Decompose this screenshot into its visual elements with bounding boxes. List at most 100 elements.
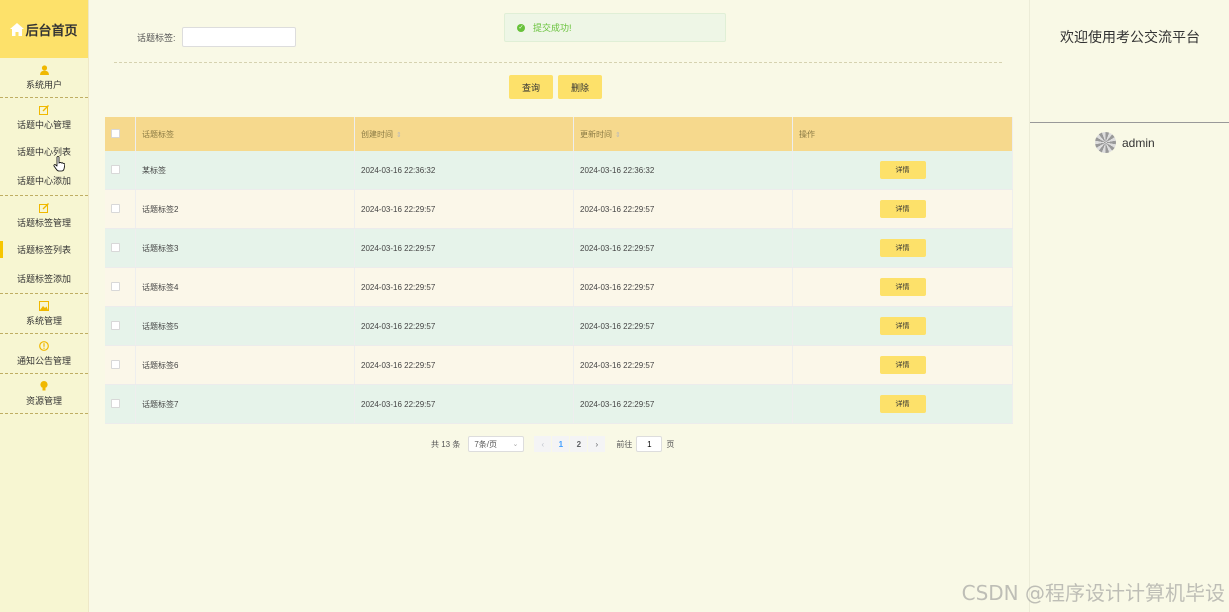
menu-group-notice: 通知公告管理 — [0, 334, 88, 374]
page-number-2[interactable]: 2 — [570, 436, 588, 452]
cell-created: 2024-03-16 22:29:57 — [354, 267, 574, 307]
menu-label: 系统管理 — [25, 316, 62, 326]
pagination: 共 13 条 7条/页 ⌄ ‹ 1 2 › 前往 页 — [431, 436, 674, 452]
row-select-cell — [105, 345, 136, 385]
sort-icon[interactable]: ⇕ — [615, 132, 621, 139]
menu-item-system-management[interactable]: 系统管理 — [0, 294, 88, 333]
cell-tag: 话题标签7 — [135, 384, 355, 424]
prev-page-button[interactable]: ‹ — [534, 436, 552, 452]
cell-action: 详情 — [792, 228, 1013, 268]
row-select-cell — [105, 306, 136, 346]
submenu-topic-center-list[interactable]: 话题中心列表 — [0, 137, 88, 166]
menu-item-topic-center[interactable]: 话题中心管理 — [0, 98, 88, 137]
page-number-1[interactable]: 1 — [552, 436, 570, 452]
row-select-cell — [105, 151, 136, 190]
goto-suffix: 页 — [666, 439, 675, 449]
table-row: 话题标签6 2024-03-16 22:29:57 2024-03-16 22:… — [105, 345, 1013, 385]
tag-table: 话题标签 创建时间 ⇕ 更新时间 ⇕ 操作 某标签 2024-03-16 22:36… — [105, 117, 1013, 424]
action-buttons: 查询 删除 — [509, 75, 603, 99]
row-checkbox[interactable] — [111, 320, 120, 330]
row-checkbox[interactable] — [111, 164, 120, 174]
check-circle-icon: ✓ — [517, 23, 525, 32]
home-icon — [10, 22, 25, 36]
cell-tag: 话题标签4 — [135, 267, 355, 307]
detail-button[interactable]: 详情 — [879, 395, 926, 413]
row-checkbox[interactable] — [111, 398, 120, 408]
header-updated-label: 更新时间 — [580, 129, 612, 139]
header-tag-label: 话题标签 — [142, 129, 174, 139]
sidebar: 后台首页 系统用户 话题中心管理 话题中心列表 话题中心添加 话题标签管理 话题… — [0, 0, 89, 612]
header-action-label: 操作 — [799, 129, 815, 139]
menu-label: 系统用户 — [25, 80, 62, 90]
detail-button[interactable]: 详情 — [879, 356, 926, 374]
row-select-cell — [105, 267, 136, 307]
right-divider — [1030, 122, 1229, 123]
header-updated[interactable]: 更新时间 ⇕ — [573, 117, 793, 151]
next-page-button[interactable]: › — [588, 436, 606, 452]
info-icon — [39, 340, 49, 352]
cell-tag: 话题标签3 — [135, 228, 355, 268]
cell-tag: 某标签 — [135, 151, 355, 190]
detail-button[interactable]: 详情 — [879, 200, 926, 218]
cell-updated: 2024-03-16 22:29:57 — [573, 345, 793, 385]
header-action: 操作 — [792, 117, 1013, 151]
sort-icon[interactable]: ⇕ — [396, 132, 402, 139]
avatar[interactable] — [1095, 132, 1116, 153]
menu-label: 资源管理 — [25, 396, 62, 406]
row-checkbox[interactable] — [111, 203, 120, 213]
row-checkbox[interactable] — [111, 242, 120, 252]
cell-action: 详情 — [792, 384, 1013, 424]
chevron-down-icon: ⌄ — [512, 441, 519, 448]
menu-item-topic-tags[interactable]: 话题标签管理 — [0, 196, 88, 235]
cell-created: 2024-03-16 22:29:57 — [354, 345, 574, 385]
table-row: 话题标签2 2024-03-16 22:29:57 2024-03-16 22:… — [105, 189, 1013, 229]
goto-page-input[interactable] — [636, 436, 663, 452]
row-checkbox[interactable] — [111, 281, 120, 291]
submenu-topic-tags-list[interactable]: 话题标签列表 — [0, 235, 88, 264]
goto-label: 前往 — [616, 439, 633, 449]
success-toast: ✓ 提交成功! — [504, 13, 726, 42]
row-select-cell — [105, 384, 136, 424]
menu-group-topic-center: 话题中心管理 话题中心列表 话题中心添加 — [0, 98, 88, 196]
row-select-cell — [105, 228, 136, 268]
select-all-checkbox[interactable] — [111, 128, 120, 138]
menu-item-resource-management[interactable]: 资源管理 — [0, 374, 88, 413]
cell-updated: 2024-03-16 22:36:32 — [573, 151, 793, 190]
cell-updated: 2024-03-16 22:29:57 — [573, 267, 793, 307]
cell-updated: 2024-03-16 22:29:57 — [573, 384, 793, 424]
row-select-cell — [105, 189, 136, 229]
menu-item-system-users[interactable]: 系统用户 — [0, 58, 88, 97]
menu-label: 话题中心管理 — [16, 120, 71, 130]
cell-created: 2024-03-16 22:29:57 — [354, 384, 574, 424]
submenu-topic-tags-add[interactable]: 话题标签添加 — [0, 264, 88, 293]
cell-updated: 2024-03-16 22:29:57 — [573, 228, 793, 268]
cell-tag: 话题标签5 — [135, 306, 355, 346]
menu-label: 话题标签管理 — [16, 218, 71, 228]
row-checkbox[interactable] — [111, 359, 120, 369]
delete-button[interactable]: 删除 — [558, 75, 603, 99]
detail-button[interactable]: 详情 — [879, 161, 926, 179]
cell-action: 详情 — [792, 345, 1013, 385]
cell-created: 2024-03-16 22:29:57 — [354, 306, 574, 346]
tag-search-input[interactable] — [181, 27, 296, 47]
user-info[interactable]: admin — [1095, 132, 1155, 153]
menu-item-notice-management[interactable]: 通知公告管理 — [0, 334, 88, 373]
header-created[interactable]: 创建时间 ⇕ — [354, 117, 574, 151]
cell-action: 详情 — [792, 189, 1013, 229]
search-form: 话题标签: — [137, 27, 296, 47]
query-button[interactable]: 查询 — [509, 75, 554, 99]
detail-button[interactable]: 详情 — [879, 278, 926, 296]
detail-button[interactable]: 详情 — [879, 317, 926, 335]
cell-updated: 2024-03-16 22:29:57 — [573, 189, 793, 229]
table-row: 话题标签5 2024-03-16 22:29:57 2024-03-16 22:… — [105, 306, 1013, 346]
detail-button[interactable]: 详情 — [879, 239, 926, 257]
page-size-select[interactable]: 7条/页 ⌄ — [468, 436, 525, 452]
right-panel: 欢迎使用考公交流平台 admin — [1029, 0, 1229, 612]
main-content: ✓ 提交成功! 话题标签: 查询 删除 话题标签 创建时间 ⇕ 更新时间 ⇕ 操作 — [89, 0, 1028, 612]
home-logo[interactable]: 后台首页 — [0, 0, 88, 58]
watermark: CSDN @程序设计计算机毕设 — [961, 581, 1225, 605]
logo-text: 后台首页 — [25, 22, 78, 38]
table-row: 话题标签3 2024-03-16 22:29:57 2024-03-16 22:… — [105, 228, 1013, 268]
submenu-topic-center-add[interactable]: 话题中心添加 — [0, 166, 88, 195]
select-all-cell — [105, 117, 136, 151]
